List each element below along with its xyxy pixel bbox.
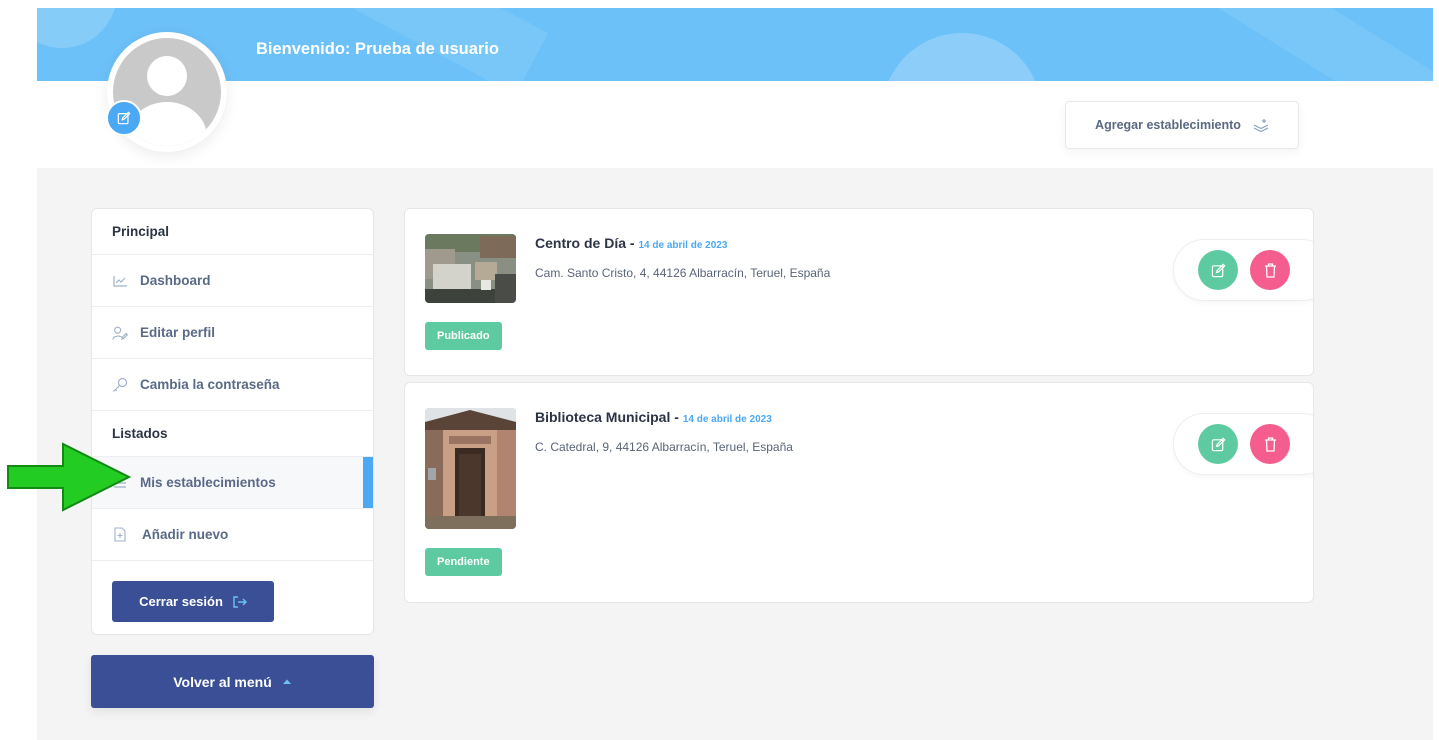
layers-plus-icon — [1253, 119, 1269, 132]
listing-address: C. Catedral, 9, 44126 Albarracín, Teruel… — [535, 440, 793, 454]
caret-up-icon — [282, 679, 291, 684]
pencil-square-icon — [117, 111, 131, 125]
pencil-square-icon — [1211, 263, 1225, 277]
status-badge: Pendiente — [425, 548, 502, 576]
sidebar-item-label: Editar perfil — [140, 325, 216, 340]
listing-name: Centro de Día — [535, 235, 627, 251]
listing-thumbnail[interactable] — [425, 408, 516, 529]
banner-decoration — [37, 8, 117, 48]
listing-thumbnail[interactable] — [425, 234, 516, 303]
back-to-menu-button[interactable]: Volver al menú — [91, 655, 374, 708]
logout-button[interactable]: Cerrar sesión — [112, 581, 274, 622]
header-banner: Bienvenido: Prueba de usuario — [37, 8, 1433, 81]
back-to-menu-label: Volver al menú — [173, 673, 272, 690]
pencil-square-icon — [1211, 437, 1225, 451]
file-plus-icon — [112, 527, 128, 543]
key-icon — [112, 377, 128, 393]
listing-date: 14 de abril de 2023 — [682, 414, 772, 425]
sidebar-item-add-new[interactable]: Añadir nuevo — [92, 509, 373, 561]
sidebar-item-label: Dashboard — [140, 273, 211, 288]
sidebar-item-edit-profile[interactable]: Editar perfil — [92, 307, 373, 359]
listing-name: Biblioteca Municipal — [535, 409, 671, 425]
banner-decoration — [882, 33, 1042, 81]
status-badge: Publicado — [425, 322, 502, 350]
add-establishment-button[interactable]: Agregar establecimiento — [1065, 101, 1299, 149]
sidebar: Principal Dashboard Editar perfil Cambia… — [91, 208, 374, 635]
edit-listing-button[interactable] — [1198, 250, 1238, 290]
delete-listing-button[interactable] — [1250, 424, 1290, 464]
listing-date: 14 de abril de 2023 — [638, 240, 728, 251]
trash-icon — [1264, 262, 1276, 278]
trash-icon — [1264, 436, 1276, 452]
listing-actions — [1173, 413, 1313, 475]
listing-card: Biblioteca Municipal - 14 de abril de 20… — [404, 382, 1314, 603]
section-title-principal: Principal — [92, 209, 373, 255]
sidebar-item-label: Cambia la contraseña — [140, 377, 280, 392]
user-edit-icon — [112, 325, 128, 341]
add-establishment-label: Agregar establecimiento — [1095, 118, 1241, 132]
sidebar-item-dashboard[interactable]: Dashboard — [92, 255, 373, 307]
listing-card: Centro de Día - 14 de abril de 2023 Cam.… — [404, 208, 1314, 376]
title-separator: - — [670, 409, 683, 425]
listing-address: Cam. Santo Cristo, 4, 44126 Albarracín, … — [535, 266, 831, 280]
sign-out-icon — [233, 595, 247, 608]
page-frame: Bienvenido: Prueba de usuario Agregar es… — [37, 8, 1433, 740]
listing-actions — [1173, 239, 1313, 301]
delete-listing-button[interactable] — [1250, 250, 1290, 290]
sidebar-item-label: Añadir nuevo — [142, 527, 229, 542]
logout-container: Cerrar sesión — [92, 561, 373, 622]
welcome-title: Bienvenido: Prueba de usuario — [256, 40, 499, 58]
avatar-edit-button[interactable] — [106, 100, 142, 136]
edit-listing-button[interactable] — [1198, 424, 1238, 464]
sidebar-item-label: Mis establecimientos — [140, 475, 276, 490]
sidebar-item-change-password[interactable]: Cambia la contraseña — [92, 359, 373, 411]
listing-title[interactable]: Centro de Día - 14 de abril de 2023 — [535, 235, 727, 251]
green-arrow-icon — [7, 442, 132, 512]
title-separator: - — [626, 235, 639, 251]
logout-label: Cerrar sesión — [139, 594, 223, 609]
chart-icon — [112, 273, 128, 289]
listing-title[interactable]: Biblioteca Municipal - 14 de abril de 20… — [535, 409, 772, 425]
banner-decoration — [1113, 8, 1433, 81]
